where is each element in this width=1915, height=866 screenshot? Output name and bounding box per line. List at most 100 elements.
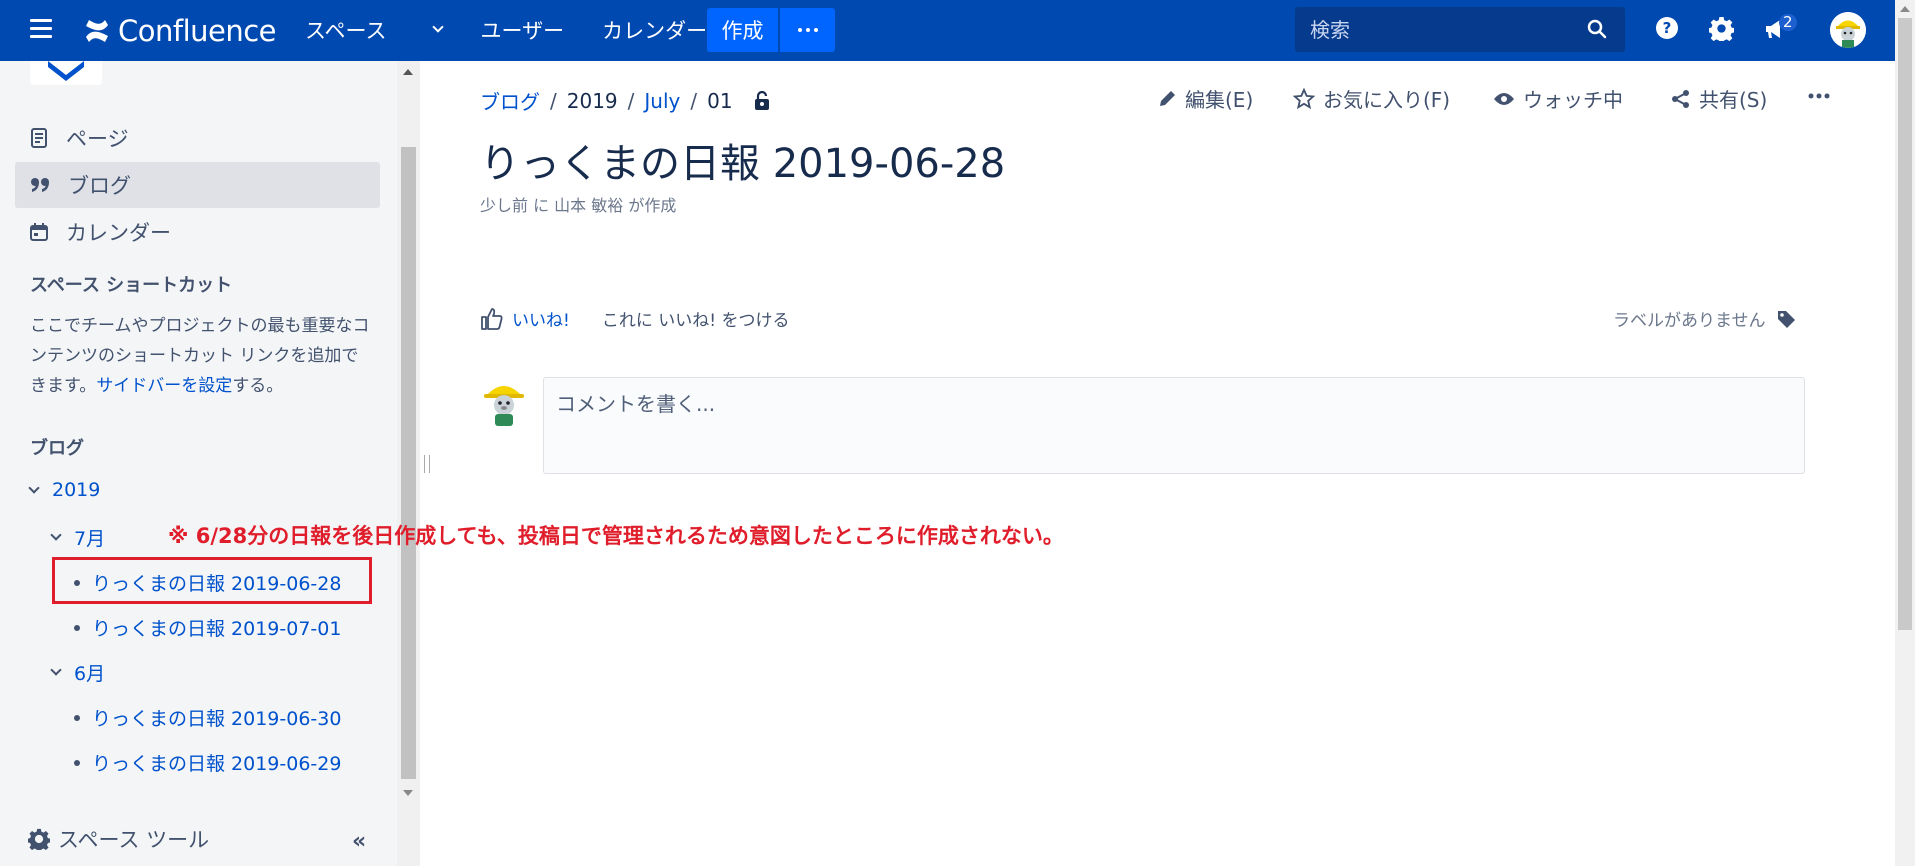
more-actions-button[interactable]	[1808, 80, 1838, 100]
like-prompt: これに いいね! をつける	[601, 311, 790, 331]
chevron-down-icon[interactable]	[28, 481, 40, 494]
tree-year-2019[interactable]: 2019	[28, 479, 101, 501]
search-icon[interactable]	[1587, 19, 1607, 39]
annotation-note: ※ 6/28分の日報を後日作成しても、投稿日で管理されるため意図したところに作成…	[168, 524, 1064, 548]
scroll-up-icon[interactable]	[403, 69, 413, 75]
space-logo[interactable]	[30, 61, 102, 85]
breadcrumb-month[interactable]: July	[644, 89, 680, 113]
more-dots-icon	[797, 28, 802, 32]
sidebar-item-blog[interactable]: ブログ	[15, 162, 380, 208]
pencil-icon	[1160, 90, 1175, 106]
create-more-button[interactable]	[780, 8, 835, 52]
shortcuts-heading: スペース ショートカット	[30, 275, 233, 296]
breadcrumb-blog[interactable]: ブログ	[480, 86, 540, 115]
more-dots-icon	[1808, 93, 1830, 99]
avatar-character-icon	[1830, 12, 1866, 48]
search-input[interactable]	[1310, 17, 1580, 42]
tree-month-july[interactable]: 7月	[50, 524, 106, 551]
sidebar-item-calendar[interactable]: カレンダー	[15, 209, 380, 255]
labels-section: ラベルがありません	[1613, 306, 1796, 331]
chevron-down-icon[interactable]	[50, 529, 62, 541]
space-logo-icon	[48, 61, 84, 81]
sidebar-resize-handle[interactable]	[424, 455, 430, 473]
shortcuts-text-end: する。	[232, 376, 284, 396]
breadcrumb-separator: /	[550, 88, 557, 113]
user-avatar[interactable]	[1830, 12, 1866, 48]
gear-icon	[28, 828, 50, 850]
tree-post-label[interactable]: りっくまの日報 2019-07-01	[92, 614, 341, 641]
nav-spaces[interactable]: スペース	[305, 15, 445, 45]
tree-label: 2019	[52, 479, 101, 501]
tree-post[interactable]: りっくまの日報 2019-07-01	[74, 614, 341, 641]
star-icon	[1293, 87, 1315, 109]
sidebar-item-pages[interactable]: ページ	[15, 115, 380, 161]
thumbs-up-icon[interactable]	[480, 307, 504, 331]
breadcrumb-separator: /	[627, 88, 635, 113]
sidebar-item-label: カレンダー	[66, 221, 171, 245]
favorite-button[interactable]: お気に入り(F)	[1293, 84, 1450, 113]
edit-label: 編集(E)	[1185, 88, 1254, 112]
svg-text:?: ?	[1663, 19, 1672, 37]
comment-input[interactable]: コメントを書く...	[543, 377, 1805, 474]
scrollbar-thumb[interactable]	[401, 147, 416, 779]
blog-heading: ブログ	[30, 438, 84, 459]
tree-label: 7月	[74, 528, 106, 550]
menu-icon[interactable]	[30, 19, 52, 39]
share-icon	[1672, 89, 1689, 108]
sidebar: ページ ブログ カレンダー スペース ショートカット ここでチームやプロジェクト…	[0, 61, 420, 866]
page-title: りっくまの日報 2019-06-28	[480, 141, 1006, 187]
avatar-character-icon	[484, 386, 524, 426]
bullet	[74, 759, 80, 766]
page-scrollbar[interactable]	[1895, 0, 1915, 866]
sidebar-item-label: ブログ	[68, 174, 131, 198]
like-section: いいね! これに いいね! をつける	[480, 306, 789, 331]
space-tools-button[interactable]: スペース ツール	[28, 824, 209, 854]
watch-label: ウォッチ中	[1523, 88, 1623, 112]
tree-month-june[interactable]: 6月	[50, 659, 106, 686]
gear-icon[interactable]	[1709, 16, 1734, 41]
shortcuts-description: ここでチームやプロジェクトの最も重要なコンテンツのショートカット リンクを追加で…	[30, 311, 375, 401]
tree-post-label[interactable]: りっくまの日報 2019-06-30	[92, 704, 341, 731]
share-label: 共有(S)	[1699, 88, 1768, 112]
page-icon	[31, 128, 47, 148]
notification-badge: 2	[1779, 14, 1797, 31]
tag-icon[interactable]	[1776, 309, 1796, 329]
nav-calendar[interactable]: カレンダー	[602, 15, 707, 45]
sidebar-item-label: ページ	[66, 127, 129, 151]
edit-button[interactable]: 編集(E)	[1157, 84, 1253, 113]
page-byline: 少し前 に 山本 敏裕 が作成	[480, 196, 677, 215]
sidebar-scrollbar[interactable]	[397, 61, 420, 866]
nav-users[interactable]: ユーザー	[480, 15, 564, 45]
share-button[interactable]: 共有(S)	[1671, 84, 1767, 113]
tree-label: 6月	[74, 663, 106, 685]
calendar-icon	[30, 223, 48, 241]
no-labels-text: ラベルがありません	[1613, 311, 1766, 331]
bullet	[74, 624, 80, 631]
tree-post[interactable]: りっくまの日報 2019-06-29	[74, 749, 341, 776]
watch-button[interactable]: ウォッチ中	[1493, 84, 1623, 113]
scroll-up-icon[interactable]	[1900, 6, 1910, 12]
favorite-label: お気に入り(F)	[1323, 88, 1451, 112]
breadcrumb: ブログ / 2019 / July / 01	[480, 86, 771, 115]
confluence-logo[interactable]: Confluence	[84, 14, 277, 48]
tree-post[interactable]: りっくまの日報 2019-06-30	[74, 704, 341, 731]
breadcrumb-year[interactable]: 2019	[567, 89, 618, 113]
chevron-down-icon	[432, 21, 445, 33]
tree-post-label[interactable]: りっくまの日報 2019-06-29	[92, 749, 341, 776]
help-icon[interactable]: ?	[1655, 16, 1679, 40]
unlock-icon[interactable]	[753, 90, 771, 111]
scroll-down-icon[interactable]	[403, 790, 413, 796]
brand-name: Confluence	[118, 14, 277, 48]
like-link[interactable]: いいね!	[512, 306, 570, 331]
breadcrumb-separator: /	[690, 88, 698, 113]
scrollbar-thumb[interactable]	[1898, 18, 1912, 630]
configure-sidebar-link[interactable]: サイドバーを設定	[96, 376, 232, 396]
eye-icon	[1494, 92, 1514, 105]
highlight-annotation-box	[52, 557, 372, 604]
create-button[interactable]: 作成	[707, 8, 778, 52]
chevron-down-icon[interactable]	[50, 664, 62, 676]
collapse-sidebar-icon[interactable]: «	[352, 829, 366, 854]
space-tools-label: スペース ツール	[58, 828, 210, 852]
breadcrumb-day[interactable]: 01	[707, 89, 732, 113]
bullet	[74, 714, 80, 721]
